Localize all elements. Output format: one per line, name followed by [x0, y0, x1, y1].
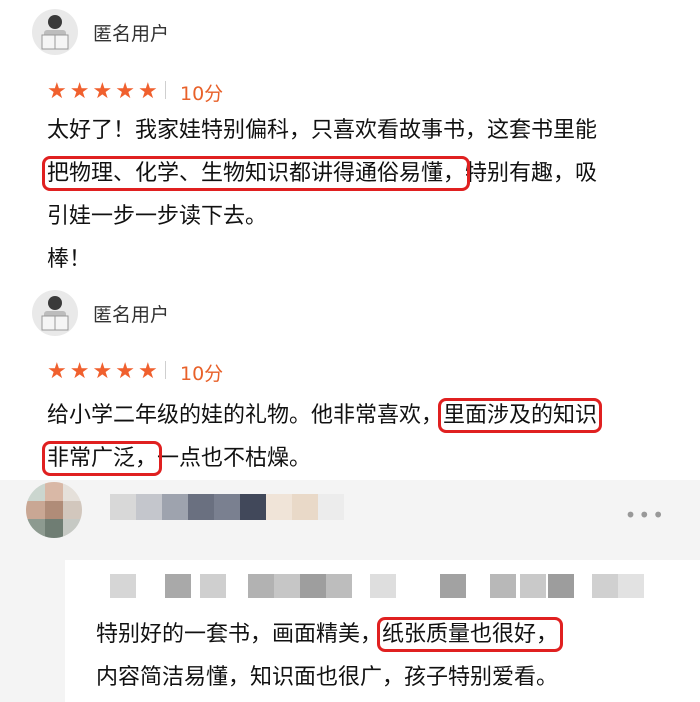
- star-icon: ★: [69, 359, 90, 384]
- pixelated-text: [592, 574, 618, 598]
- pixelated-text: [248, 574, 274, 598]
- pixelated-text: [274, 574, 300, 598]
- pixelated-text: [490, 574, 516, 598]
- review-text: 给小学二年级的娃的礼物。他非常喜欢，里面涉及的知识 非常广泛，一点也不枯燥。: [41, 394, 603, 480]
- pixelated-username: [110, 494, 344, 520]
- star-icon: ★: [137, 359, 158, 384]
- reading-person-icon: [41, 296, 69, 331]
- highlighted-phrase: 把物理、化学、生物知识都讲得通俗易懂，: [41, 156, 471, 191]
- review-score: 10分: [180, 83, 224, 105]
- more-options-icon[interactable]: •••: [625, 503, 666, 527]
- pixelated-text: [110, 574, 136, 598]
- highlighted-phrase: 纸张质量也很好，: [377, 617, 564, 652]
- review-line: 给小学二年级的娃的礼物。他非常喜欢，里面涉及的知识: [47, 394, 603, 437]
- pixelated-text: [618, 574, 644, 598]
- username[interactable]: 匿名用户: [93, 19, 169, 46]
- reading-person-icon: [41, 15, 69, 50]
- review-text-segment: 特别有趣，吸: [465, 161, 598, 186]
- star-icon: ★: [92, 359, 113, 384]
- star-rating: ★ ★ ★ ★ ★: [47, 81, 158, 103]
- star-icon: ★: [47, 79, 67, 104]
- review-text-segment: 引娃一步一步读下去。: [47, 204, 268, 229]
- review-text-segment: 棒！: [47, 247, 92, 272]
- star-icon: ★: [137, 79, 158, 104]
- review-text-segment: 给小学二年级的娃的礼物。他非常喜欢，: [47, 403, 444, 428]
- pixelated-text: [300, 574, 326, 598]
- review-text-segment: 太好了！我家娃特别偏科，只喜欢看故事书，这套书里能: [47, 118, 598, 143]
- star-icon: ★: [47, 359, 67, 384]
- comment-text-segment: 内容简洁易懂，知识面也很广，孩子特别爱看。: [96, 665, 559, 690]
- star-rating: ★ ★ ★ ★ ★: [47, 361, 158, 383]
- highlighted-phrase: 里面涉及的知识: [438, 398, 603, 433]
- user-avatar[interactable]: [32, 290, 78, 336]
- pixelated-text: [200, 574, 226, 598]
- review-line: 太好了！我家娃特别偏科，只喜欢看故事书，这套书里能: [47, 109, 597, 152]
- review-line: 棒！: [47, 238, 597, 281]
- pixelated-text: [326, 574, 352, 598]
- username[interactable]: 匿名用户: [93, 300, 169, 327]
- star-icon: ★: [69, 79, 90, 104]
- comment-text: 特别好的一套书，画面精美，纸张质量也很好， 内容简洁易懂，知识面也很广，孩子特别…: [96, 613, 564, 699]
- pixelated-text: [548, 574, 574, 598]
- pixelated-text: [370, 574, 396, 598]
- pixelated-text: [165, 574, 191, 598]
- comment-line: 内容简洁易懂，知识面也很广，孩子特别爱看。: [96, 656, 558, 699]
- pixelated-avatar: [26, 482, 82, 538]
- star-icon: ★: [115, 359, 135, 384]
- review-text: 太好了！我家娃特别偏科，只喜欢看故事书，这套书里能 把物理、化学、生物知识都讲得…: [41, 109, 598, 281]
- review-line: 非常广泛，一点也不枯燥。: [41, 437, 597, 480]
- comment-line: 特别好的一套书，画面精美，纸张质量也很好，: [96, 613, 564, 656]
- review-score: 10分: [180, 363, 224, 385]
- review-text-segment: 一点也不枯燥。: [157, 446, 312, 471]
- star-icon: ★: [115, 79, 135, 104]
- user-avatar[interactable]: [32, 9, 78, 55]
- divider: [165, 81, 166, 99]
- pixelated-text: [440, 574, 466, 598]
- comment-text-segment: 特别好的一套书，画面精美，: [96, 622, 383, 647]
- divider: [165, 361, 166, 379]
- highlighted-phrase: 非常广泛，: [41, 441, 163, 476]
- review-line: 引娃一步一步读下去。: [47, 195, 597, 238]
- review-line: 把物理、化学、生物知识都讲得通俗易懂，特别有趣，吸: [41, 152, 598, 195]
- star-icon: ★: [92, 79, 113, 104]
- pixelated-text: [520, 574, 546, 598]
